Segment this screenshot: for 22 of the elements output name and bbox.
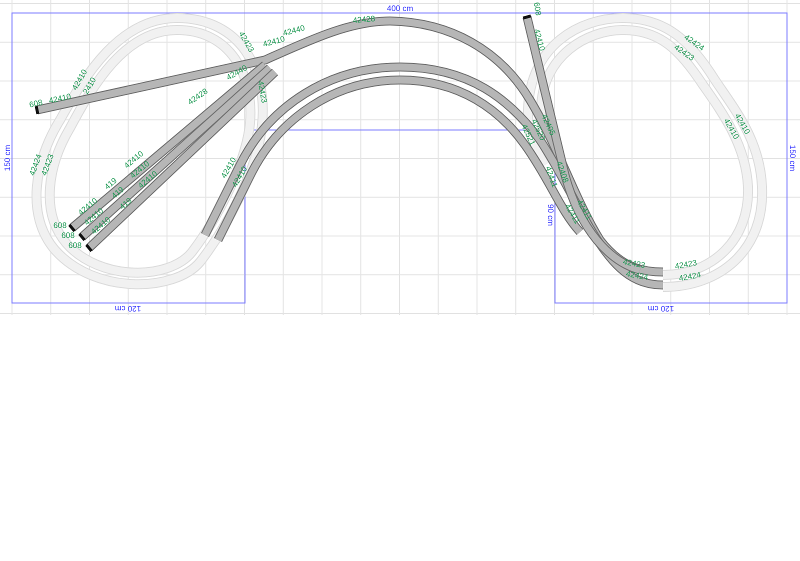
dimension-label: 90 cm — [546, 204, 555, 226]
track-part-label: 608 — [28, 98, 44, 110]
track-part-label: 608 — [532, 2, 543, 16]
track-part-label: 42428 — [352, 14, 376, 26]
buffer-stop — [34, 106, 40, 114]
track-part-label: 419 — [118, 196, 134, 212]
track-part-label: 42424 — [625, 269, 649, 282]
track-part-label: 42423 — [256, 80, 269, 104]
track-part-label: 608 — [68, 241, 82, 250]
buffer-stop — [522, 14, 532, 20]
track-part-label: 608 — [53, 221, 67, 230]
track-part-label: 42423 — [674, 258, 698, 271]
track-part-label: 42423 — [622, 257, 646, 270]
dimension-label: 400 cm — [386, 4, 414, 14]
dimension-label: 150 cm — [3, 144, 12, 172]
track-part-label: 42410 — [532, 28, 547, 52]
dimension-label: 150 cm — [788, 144, 797, 172]
track-part-label: 42410 — [48, 92, 72, 106]
dimension-label: 120 cm — [114, 304, 142, 313]
track-part-label: 608 — [61, 231, 75, 240]
track-part-label: 42424 — [678, 270, 702, 283]
dimension-label: 120 cm — [648, 304, 674, 313]
